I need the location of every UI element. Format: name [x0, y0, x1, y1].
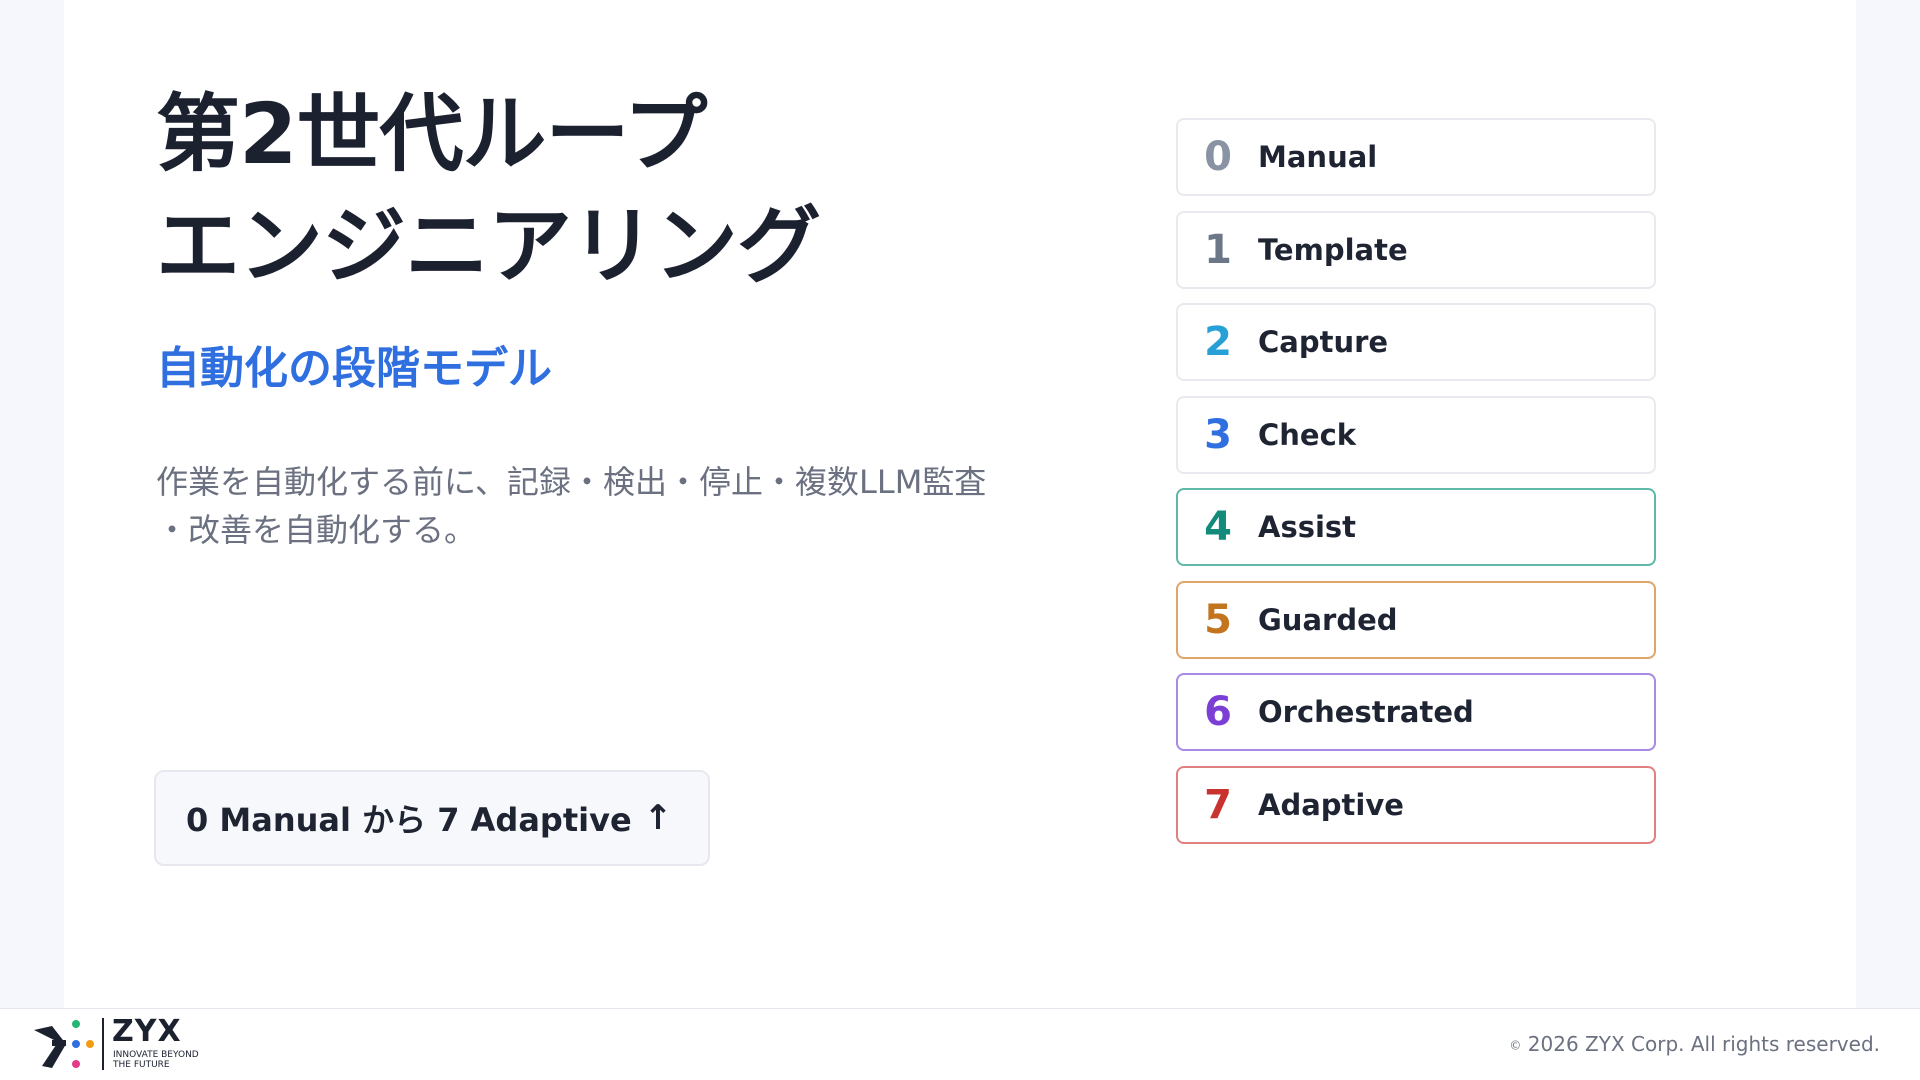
- logo-dot-blue: [72, 1040, 80, 1048]
- range-summary-box: 0 Manual から 7 Adaptive ↑: [154, 770, 710, 866]
- stage-label: Check: [1258, 418, 1357, 452]
- page-subtitle: 自動化の段階モデル: [156, 343, 552, 394]
- stage-label: Assist: [1258, 510, 1357, 544]
- description-line-1: 作業を自動化する前に、記録・検出・停止・複数LLM監査: [156, 463, 987, 501]
- stage-item-orchestrated: 6 Orchestrated: [1176, 673, 1656, 751]
- stage-number: 5: [1204, 597, 1232, 643]
- stage-number: 6: [1204, 689, 1232, 735]
- stage-label: Adaptive: [1258, 788, 1404, 822]
- zyx-logo-icon: [34, 1020, 94, 1068]
- logo-tagline-line-1: INNOVATE BEYOND: [113, 1050, 199, 1060]
- description-line-2: ・改善を自動化する。: [156, 511, 477, 549]
- logo-dot-green: [72, 1020, 80, 1028]
- stage-number: 0: [1204, 134, 1232, 180]
- logo-wordmark: ZYX: [112, 1014, 182, 1049]
- slide: 第2世代ループ エンジニアリング 自動化の段階モデル 作業を自動化する前に、記録…: [64, 0, 1856, 1008]
- stage-item-check: 3 Check: [1176, 396, 1656, 474]
- stage-number: 3: [1204, 412, 1232, 458]
- range-summary-text: 0 Manual から 7 Adaptive: [186, 801, 632, 839]
- stage-item-template: 1 Template: [1176, 211, 1656, 289]
- stage-item-guarded: 5 Guarded: [1176, 581, 1656, 659]
- stage-number: 2: [1204, 319, 1232, 365]
- stage-label: Capture: [1258, 325, 1389, 359]
- copyright-text: 2026 ZYX Corp. All rights reserved.: [1527, 1032, 1880, 1056]
- stage-item-assist: 4 Assist: [1176, 488, 1656, 566]
- stage-number: 1: [1204, 227, 1232, 273]
- stage-label: Orchestrated: [1258, 695, 1474, 729]
- description: 作業を自動化する前に、記録・検出・停止・複数LLM監査 ・改善を自動化する。: [156, 458, 1056, 554]
- copyright-symbol: ©: [1509, 1038, 1522, 1053]
- stage-label: Manual: [1258, 140, 1378, 174]
- stage-number: 7: [1204, 782, 1232, 828]
- logo-bar: [52, 1040, 66, 1046]
- logo-divider: [102, 1018, 104, 1070]
- logo-tagline: INNOVATE BEYOND THE FUTURE: [113, 1050, 223, 1070]
- stage-item-capture: 2 Capture: [1176, 303, 1656, 381]
- up-arrow-icon: ↑: [643, 798, 673, 838]
- stage-label: Guarded: [1258, 603, 1398, 637]
- logo-tagline-line-2: THE FUTURE: [113, 1060, 170, 1070]
- stage-item-manual: 0 Manual: [1176, 118, 1656, 196]
- logo-dot-pink: [72, 1060, 80, 1068]
- logo-dot-orange: [86, 1040, 94, 1048]
- title-line-2: エンジニアリング: [156, 197, 821, 295]
- copyright: © 2026 ZYX Corp. All rights reserved.: [1509, 1032, 1880, 1056]
- stage-number: 4: [1204, 504, 1232, 550]
- stage-label: Template: [1258, 233, 1408, 267]
- stage-item-adaptive: 7 Adaptive: [1176, 766, 1656, 844]
- logo-arrow-shape: [34, 1026, 66, 1068]
- title-line-1: 第2世代ループ: [156, 85, 707, 183]
- page-title: 第2世代ループ エンジニアリング: [156, 78, 821, 302]
